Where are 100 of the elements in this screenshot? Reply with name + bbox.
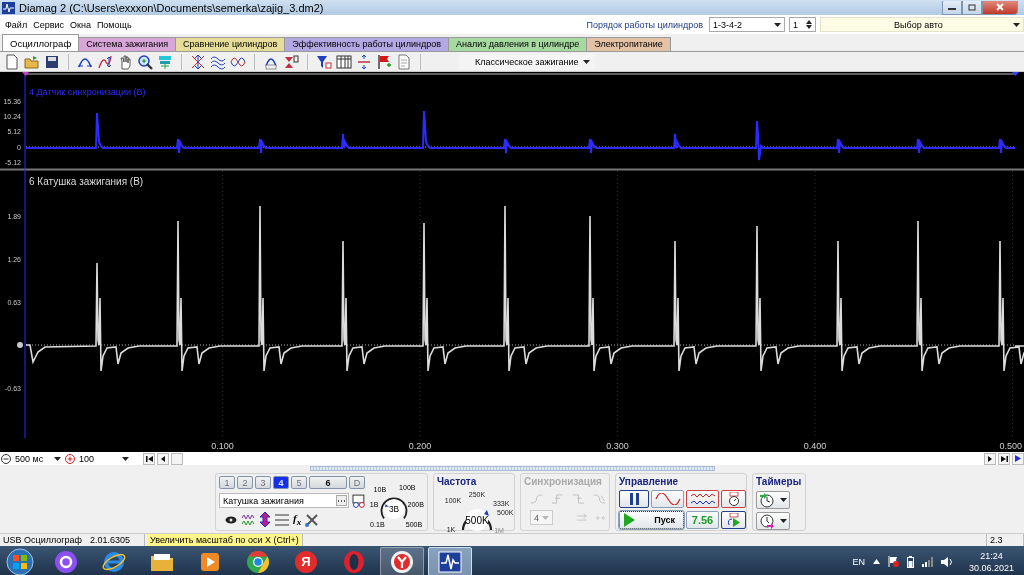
skip-start-icon [145,455,153,462]
group-title: Синхронизация [524,476,603,488]
start-button[interactable]: Пуск [619,511,684,529]
dial-value: 3В [388,504,400,515]
tray-arrow-icon[interactable] [872,559,880,564]
menu-item[interactable]: Окна [66,19,94,30]
sine-wave-button[interactable] [651,490,684,508]
language-indicator[interactable]: EN [852,556,865,567]
group-title: Частота [437,476,478,488]
play-button[interactable] [1012,452,1024,465]
tab[interactable]: Электропитание [586,37,671,51]
browser-icon [102,549,126,574]
formula-button[interactable]: f$_{x}$ [293,512,302,528]
timer-stop-dropdown[interactable] [756,512,790,530]
timer-start-dropdown[interactable] [756,491,790,509]
flag-icon[interactable] [376,53,392,70]
app-logo: Я [295,550,317,573]
sine-wave-icon [654,493,681,505]
status-text: USB Осциллограф [3,535,82,545]
zero-level-icon[interactable] [283,53,299,70]
caret-icon [779,498,787,502]
stopwatch-icon [726,492,741,506]
menu-item[interactable]: Файл [2,19,31,30]
browser-icon [246,549,270,574]
zoom-icon[interactable] [137,53,153,70]
caret-icon [779,519,787,523]
dual-wave-button[interactable] [686,490,719,508]
waves-icon[interactable] [210,53,226,70]
clock-icon [759,513,776,529]
tools-icon[interactable] [305,512,320,527]
axis-tick-label: 0.200 [408,441,432,451]
auto-timer-button[interactable] [721,490,746,508]
close-button[interactable] [982,0,1018,15]
close-icon [996,3,1004,11]
signal-icon[interactable] [921,556,933,567]
eye-icon[interactable] [225,515,237,524]
caret-icon [54,456,61,461]
channel-button[interactable]: 4 [273,476,289,489]
waveform-app-icon [438,549,462,574]
auto-start-button[interactable] [721,511,746,529]
zero-marker-dot [17,342,23,348]
tab[interactable]: Эффективность работы цилиндров [284,37,449,51]
forward-button[interactable] [984,452,996,465]
cross-arrows-icon[interactable] [190,53,206,70]
channel-settings-icon[interactable] [352,493,365,508]
browse-button[interactable] [336,495,348,506]
browser-icon [390,549,414,574]
vertical-arrows-icon[interactable] [259,512,271,528]
taskbar-button[interactable]: Я [284,547,328,575]
caret-icon [1013,22,1020,27]
group-title: Таймеры [756,476,802,488]
zoom-out-icon[interactable] [1,453,11,464]
clock-date: 30.06.2021 [968,561,1014,574]
channel-button[interactable]: 6 [309,476,347,489]
spin-arrows-icon [806,20,812,29]
divide-icon[interactable] [356,53,372,70]
hand-icon[interactable] [117,53,133,70]
restore-icon [968,3,976,11]
table-icon[interactable] [336,53,352,70]
flag-icon[interactable] [887,556,899,567]
wave-scale-icon[interactable] [97,53,113,70]
group-title: Управление [619,476,680,488]
pause-icon [629,493,639,505]
tab[interactable]: Сравнение цилиндров [175,37,286,51]
channel-name-field[interactable]: Катушка зажигания [219,493,350,508]
taskbar-button[interactable] [428,547,472,575]
save-icon[interactable] [44,53,60,70]
clock-icon [759,492,776,508]
last-button[interactable] [998,452,1010,465]
zoom-in-icon[interactable] [65,453,75,464]
filter-icon[interactable] [316,53,332,70]
time-scale-dropdown[interactable]: 500 мс [13,452,63,465]
pause-button[interactable] [619,490,649,508]
tab[interactable]: Система зажигания [78,37,177,51]
clock[interactable]: 21:24 30.06.2021 [968,549,1014,574]
scrollbar-thumb[interactable] [310,466,715,471]
version-text: 2.01.6305 [90,535,131,545]
axis-tick-label: 0.300 [606,441,629,451]
battery-icon[interactable] [906,555,914,568]
tab[interactable]: Осциллограф [2,34,80,51]
caret-icon [774,22,781,27]
zoom-dropdown[interactable]: 100 [77,452,131,465]
auto-play-icon [726,513,741,527]
menu-item[interactable]: Помощь [93,19,135,30]
car-dropdown[interactable]: Выбор авто [820,17,1024,32]
waveform-icon[interactable] [241,512,255,527]
cylinder-spinner[interactable]: 1 [789,17,816,32]
order-dropdown[interactable]: 1-3-4-2 [709,17,785,32]
new-file-icon[interactable] [4,53,20,70]
hint-text: Увеличить масштаб по оси X (Ctrl+) [147,534,303,546]
first-button[interactable] [143,452,155,465]
start-orb-icon [6,547,34,575]
mode-dropdown[interactable]: Классическое зажигание [459,53,595,70]
menu-item[interactable]: Сервис [30,19,67,30]
tab[interactable]: Анализ давления в цилиндре [447,37,588,51]
browser-icon [342,549,366,574]
minimize-button[interactable] [942,0,962,15]
dual-wave-icon [689,493,716,505]
back-button[interactable] [157,452,169,465]
speaker-icon[interactable] [940,556,953,567]
